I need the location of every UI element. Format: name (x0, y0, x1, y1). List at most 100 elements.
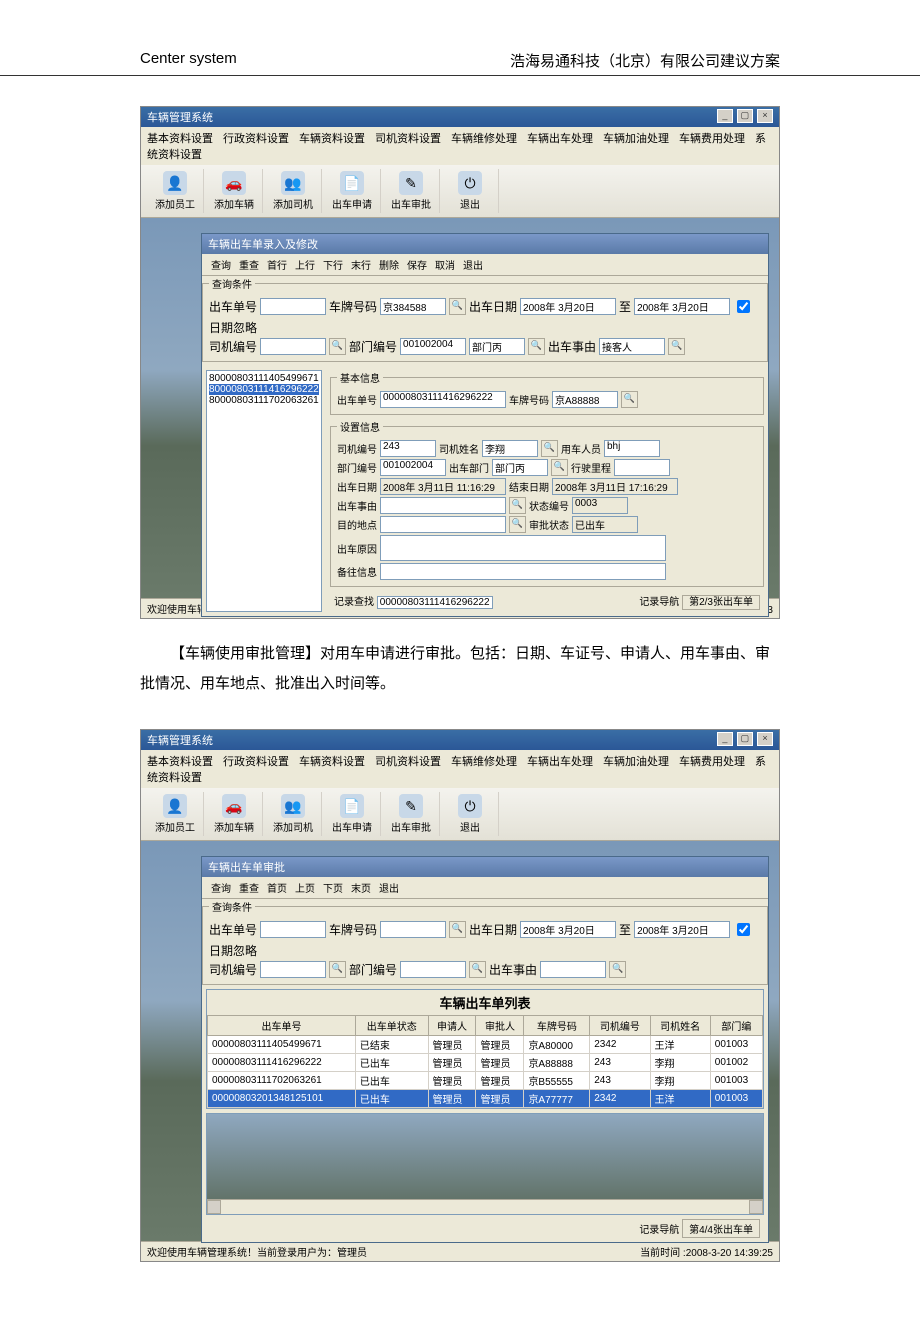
menu-item[interactable]: 车辆出车处理 (527, 133, 593, 145)
plate-input[interactable] (380, 921, 446, 938)
search-icon[interactable]: 🔍 (329, 338, 346, 355)
toolbar-button[interactable]: 👤添加员工 (147, 169, 204, 213)
toolbar-button[interactable]: 📄出车申请 (324, 169, 381, 213)
sub-toolbar-button[interactable]: 末页 (348, 880, 374, 895)
ignore-date-checkbox[interactable] (737, 923, 750, 936)
menu-item[interactable]: 行政资料设置 (223, 133, 289, 145)
record-list[interactable]: 8000080311140549967180000803111416296222… (206, 370, 322, 612)
toolbar-button[interactable]: ⏻退出 (442, 792, 499, 836)
cause-textarea[interactable] (380, 535, 666, 561)
menu-item[interactable]: 车辆加油处理 (603, 133, 669, 145)
sub-toolbar-button[interactable]: 上行 (292, 257, 318, 272)
search-icon[interactable]: 🔍 (621, 391, 638, 408)
search-icon[interactable]: 🔍 (609, 961, 626, 978)
column-header[interactable]: 出车单号 (208, 1016, 356, 1036)
find-input[interactable]: 00000803111416296222 (377, 596, 493, 609)
mileage-input[interactable] (614, 459, 670, 476)
date-to-input[interactable]: 2008年 3月20日 (634, 298, 730, 315)
plate-input[interactable]: 京A88888 (552, 391, 618, 408)
sub-toolbar-button[interactable]: 下行 (320, 257, 346, 272)
toolbar-button[interactable]: 👥添加司机 (265, 169, 322, 213)
sub-toolbar-button[interactable]: 删除 (376, 257, 402, 272)
list-item[interactable]: 80000803111416296222 (209, 384, 319, 395)
minimize-icon[interactable]: _ (717, 109, 733, 123)
close-icon[interactable]: × (757, 732, 773, 746)
sub-toolbar-button[interactable]: 重查 (236, 257, 262, 272)
driver-no-input[interactable] (260, 961, 326, 978)
toolbar-button[interactable]: ✎出车审批 (383, 792, 440, 836)
out-date-input[interactable]: 2008年 3月11日 11:16:29 (380, 478, 506, 495)
menu-item[interactable]: 司机资料设置 (375, 133, 441, 145)
sub-toolbar-button[interactable]: 保存 (404, 257, 430, 272)
ignore-date-checkbox[interactable] (737, 300, 750, 313)
maximize-icon[interactable]: ▢ (737, 732, 753, 746)
menu-item[interactable]: 车辆资料设置 (299, 133, 365, 145)
search-icon[interactable]: 🔍 (528, 338, 545, 355)
plate-input[interactable]: 京384588 (380, 298, 446, 315)
menu-item[interactable]: 车辆资料设置 (299, 756, 365, 768)
toolbar-button[interactable]: 👥添加司机 (265, 792, 322, 836)
sub-toolbar-button[interactable]: 退出 (376, 880, 402, 895)
column-header[interactable]: 车牌号码 (524, 1016, 590, 1036)
out-no-input[interactable] (260, 298, 326, 315)
search-icon[interactable]: 🔍 (449, 298, 466, 315)
sub-toolbar-button[interactable]: 首页 (264, 880, 290, 895)
menu-item[interactable]: 车辆出车处理 (527, 756, 593, 768)
list-item[interactable]: 80000803111702063261 (209, 395, 319, 406)
toolbar-button[interactable]: ✎出车审批 (383, 169, 440, 213)
list-item[interactable]: 80000803111405499671 (209, 373, 319, 384)
menu-item[interactable]: 车辆费用处理 (679, 756, 745, 768)
dept-input[interactable]: 部门丙 (492, 459, 548, 476)
sub-toolbar-button[interactable]: 上页 (292, 880, 318, 895)
out-no-input[interactable] (260, 921, 326, 938)
menu-item[interactable]: 司机资料设置 (375, 756, 441, 768)
driver-no-input[interactable] (260, 338, 326, 355)
search-icon[interactable]: 🔍 (509, 516, 526, 533)
sub-toolbar-button[interactable]: 下页 (320, 880, 346, 895)
search-icon[interactable]: 🔍 (551, 459, 568, 476)
sub-toolbar-button[interactable]: 取消 (432, 257, 458, 272)
user-input[interactable]: bhj (604, 440, 660, 457)
sub-toolbar-button[interactable]: 重查 (236, 880, 262, 895)
search-icon[interactable]: 🔍 (541, 440, 558, 457)
menu-item[interactable]: 行政资料设置 (223, 756, 289, 768)
column-header[interactable]: 部门编 (710, 1016, 762, 1036)
reason-input[interactable] (540, 961, 606, 978)
menu-item[interactable]: 车辆加油处理 (603, 756, 669, 768)
toolbar-button[interactable]: ⏻退出 (442, 169, 499, 213)
order-no-input[interactable]: 00000803111416296222 (380, 391, 506, 408)
table-row[interactable]: 00000803111416296222已出车管理员管理员京A88888243李… (208, 1054, 763, 1072)
minimize-icon[interactable]: _ (717, 732, 733, 746)
search-icon[interactable]: 🔍 (329, 961, 346, 978)
sub-toolbar-button[interactable]: 首行 (264, 257, 290, 272)
column-header[interactable]: 出车单状态 (355, 1016, 428, 1036)
search-icon[interactable]: 🔍 (469, 961, 486, 978)
toolbar-button[interactable]: 👤添加员工 (147, 792, 204, 836)
date-to-input[interactable]: 2008年 3月20日 (634, 921, 730, 938)
dept-no-input[interactable]: 001002004 (380, 459, 446, 476)
search-icon[interactable]: 🔍 (668, 338, 685, 355)
dept-no-input[interactable]: 001002004 (400, 338, 466, 355)
menu-item[interactable]: 车辆费用处理 (679, 133, 745, 145)
dept-no-input[interactable] (400, 961, 466, 978)
reason-input[interactable]: 接客人 (599, 338, 665, 355)
driver-name-input[interactable]: 李翔 (482, 440, 538, 457)
sub-toolbar-button[interactable]: 查询 (208, 257, 234, 272)
column-header[interactable]: 司机姓名 (650, 1016, 710, 1036)
sub-toolbar-button[interactable]: 末行 (348, 257, 374, 272)
end-date-input[interactable]: 2008年 3月11日 17:16:29 (552, 478, 678, 495)
search-icon[interactable]: 🔍 (449, 921, 466, 938)
search-icon[interactable]: 🔍 (509, 497, 526, 514)
date-from-input[interactable]: 2008年 3月20日 (520, 921, 616, 938)
remark-input[interactable] (380, 563, 666, 580)
horizontal-scrollbar[interactable] (207, 1199, 763, 1214)
menu-item[interactable]: 车辆维修处理 (451, 133, 517, 145)
table-row[interactable]: 00000803201348125101已出车管理员管理员京A777772342… (208, 1090, 763, 1108)
dest-input[interactable] (380, 516, 506, 533)
toolbar-button[interactable]: 🚗添加车辆 (206, 169, 263, 213)
column-header[interactable]: 司机编号 (590, 1016, 650, 1036)
toolbar-button[interactable]: 🚗添加车辆 (206, 792, 263, 836)
date-from-input[interactable]: 2008年 3月20日 (520, 298, 616, 315)
table-row[interactable]: 00000803111405499671已结束管理员管理员京A800002342… (208, 1036, 763, 1054)
menu-item[interactable]: 基本资料设置 (147, 133, 213, 145)
